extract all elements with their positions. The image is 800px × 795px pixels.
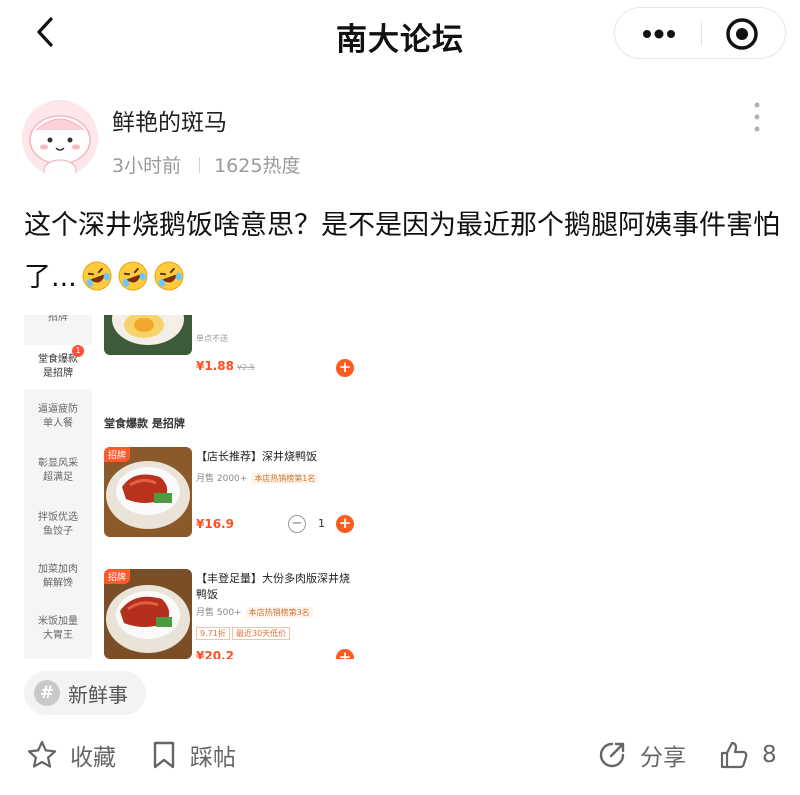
shot-food-image: 招牌 [104, 569, 192, 659]
topic-chip[interactable]: # 新鲜事 [24, 671, 146, 715]
shot-dish-name: 【丰登足量】大份多肉版深井烧鸭饭 [196, 572, 350, 601]
post-image[interactable]: 招牌 堂食爆款是招牌 1 逼逼疲防单人餐 彰显风采超满足 拌饭优选鱼饺子 加菜加… [24, 315, 364, 659]
shot-dish-sales: 月售 500+ 本店热销榜第3名 [196, 605, 313, 618]
post-meta: 3小时前 1625热度 [112, 151, 300, 178]
laughing-emoji-icon [82, 261, 112, 291]
shot-dish-sales: 月售 2000+ 本店热销榜第1名 [196, 471, 319, 484]
favorite-button[interactable]: 收藏 [26, 735, 116, 775]
shot-food-image [104, 315, 192, 355]
capsule-divider [701, 22, 702, 46]
post-heat: 1625热度 [214, 155, 301, 177]
vertical-more-icon[interactable] [748, 100, 766, 134]
shot-price: ¥20.2 [196, 649, 234, 659]
author-name[interactable]: 鲜艳的斑马 [112, 103, 227, 137]
shot-sidebar-item: 招牌 [48, 315, 68, 323]
like-button[interactable]: 8 [718, 735, 777, 775]
shot-sidebar-badge: 1 [72, 345, 84, 357]
meta-separator [199, 157, 201, 173]
shot-discount: 9.71折 [196, 627, 230, 640]
star-icon [27, 740, 57, 768]
shot-minus-icon: − [288, 515, 306, 533]
shot-price: ¥1.88 ¥2.5 [196, 359, 255, 373]
shot-food-image: 招牌 [104, 447, 192, 537]
shot-rank: 本店热销榜第1名 [251, 473, 319, 484]
shot-sales-text: 月售 2000+ [196, 474, 248, 484]
share-label: 分享 [640, 745, 686, 771]
favorite-label: 收藏 [70, 745, 116, 771]
shot-price-value: ¥1.88 [196, 359, 234, 373]
share-icon [599, 742, 625, 768]
shot-add-icon: + [336, 649, 354, 659]
shot-price: ¥16.9 [196, 517, 234, 531]
shot-tag: 招牌 [104, 447, 131, 462]
laughing-emoji-icon [118, 261, 148, 291]
topic-label: 新鲜事 [68, 682, 128, 707]
shot-sales-text: 月售 500+ [196, 608, 242, 618]
share-button[interactable]: 分享 [596, 735, 686, 775]
shot-note: 单点不送 [196, 334, 228, 343]
bookmark-icon [153, 741, 175, 769]
mini-program-capsule [614, 7, 786, 59]
shot-add-icon: + [336, 515, 354, 533]
post-body: 这个深井烧鹅饭啥意思？是不是因为最近那个鹅腿阿姨事件害怕了... [24, 200, 784, 304]
shot-sidebar: 招牌 堂食爆款是招牌 1 逼逼疲防单人餐 彰显风采超满足 拌饭优选鱼饺子 加菜加… [24, 315, 92, 659]
stomp-label: 踩帖 [190, 745, 236, 771]
shot-low-price: 最近30天低价 [232, 627, 291, 640]
stomp-button[interactable]: 踩帖 [150, 735, 236, 775]
shot-dish-name: 【店长推荐】深井烧鸭饭 [196, 450, 317, 463]
more-dots-icon[interactable] [633, 21, 685, 47]
laughing-emoji-icon [154, 261, 184, 291]
avatar[interactable] [22, 100, 98, 176]
shot-sidebar-item: 加菜加肉解解馋 [38, 564, 78, 589]
shot-qty: 1 [318, 517, 325, 530]
shot-section-title: 堂食爆款 是招牌 [104, 417, 185, 430]
like-count: 8 [762, 742, 777, 768]
shot-sidebar-item: 逼逼疲防单人餐 [38, 404, 78, 429]
shot-tag: 招牌 [104, 569, 131, 584]
shot-sidebar-item: 拌饭优选鱼饺子 [38, 512, 78, 537]
shot-add-icon: + [336, 359, 354, 377]
thumbs-up-icon [720, 741, 748, 769]
shot-orig-price: ¥2.5 [236, 363, 255, 372]
avatar-character-icon [22, 100, 98, 176]
shot-sidebar-item: 彰显风采超满足 [38, 458, 78, 483]
shot-rank: 本店热销榜第3名 [245, 607, 313, 618]
hashtag-icon: # [34, 680, 60, 706]
top-bar: 南大论坛 [0, 0, 800, 64]
post-time: 3小时前 [112, 155, 182, 177]
close-miniprogram-icon[interactable] [724, 16, 760, 52]
shot-sidebar-item: 米饭加量大胃王 [38, 616, 78, 641]
